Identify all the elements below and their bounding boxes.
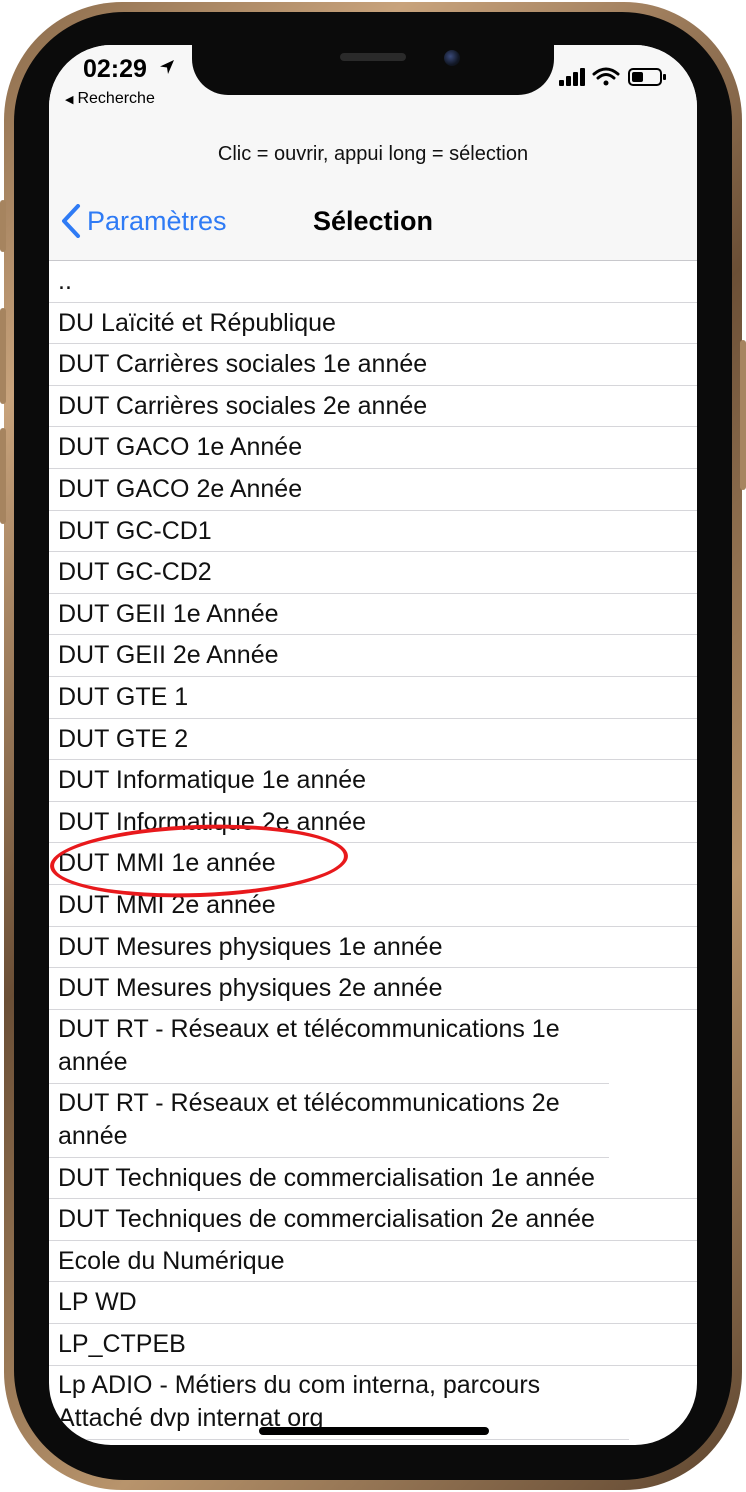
list-item[interactable]: DUT GEII 2e Année (49, 635, 697, 677)
home-indicator[interactable] (259, 1427, 489, 1435)
list-item[interactable]: DUT RT - Réseaux et télécommunications 1… (49, 1010, 609, 1084)
back-triangle-icon: ◀ (65, 94, 74, 106)
list-item[interactable]: DUT GC-CD1 (49, 511, 697, 553)
list-item-label: DUT GTE 2 (58, 724, 189, 753)
list-item-label: DUT GEII 2e Année (58, 641, 279, 670)
notch (192, 45, 554, 95)
list-item[interactable]: DUT Mesures physiques 2e année (49, 968, 697, 1010)
list-item[interactable]: DUT Mesures physiques 1e année (49, 927, 697, 969)
silent-switch (0, 200, 6, 252)
page-title: Sélection (312, 206, 434, 236)
list-item-label: DUT RT - Réseaux et télécommunications 2… (58, 1088, 560, 1150)
speaker-grille (340, 53, 406, 61)
list-item-label: DUT Techniques de commercialisation 1e a… (58, 1163, 595, 1192)
list-item[interactable]: Ecole du Numérique (49, 1241, 697, 1283)
list-item-label: DUT Carrières sociales 2e année (58, 391, 428, 420)
list-item[interactable]: DUT GTE 1 (49, 677, 697, 719)
list-item-label: DUT Informatique 1e année (58, 766, 367, 795)
power-button (740, 340, 746, 490)
list-item[interactable]: DUT Techniques de commercialisation 1e a… (49, 1158, 697, 1200)
list-item-label: LP_CTPEB (58, 1330, 186, 1359)
selection-list: .. DU Laïcité et République DUT Carrière… (49, 261, 697, 1440)
list-item[interactable]: DUT GEII 1e Année (49, 594, 697, 636)
list-item-label: DUT MMI 2e année (58, 890, 276, 919)
location-arrow-icon (159, 59, 175, 75)
volume-down-button (0, 428, 6, 524)
list-item[interactable]: DUT Techniques de commercialisation 2e a… (49, 1199, 697, 1241)
list-item-label: DUT GC-CD1 (58, 516, 212, 545)
list-item-label: DUT Mesures physiques 1e année (58, 932, 443, 961)
list-item-label: DUT GTE 1 (58, 682, 189, 711)
list-item[interactable]: DUT GC-CD2 (49, 552, 697, 594)
list-item[interactable]: DUT GACO 1e Année (49, 427, 697, 469)
list-item-label: DUT Carrières sociales 1e année (58, 350, 428, 379)
usage-hint: Clic = ouvrir, appui long = sélection (217, 143, 529, 165)
list-item-highlighted[interactable]: DUT MMI 1e année (49, 843, 697, 885)
list-item[interactable]: LP_CTPEB (49, 1324, 697, 1366)
list-item[interactable]: DUT GACO 2e Année (49, 469, 697, 511)
list-item[interactable]: DU Laïcité et République (49, 303, 697, 345)
list-item[interactable]: .. (49, 261, 697, 303)
list-item-label: DUT Mesures physiques 2e année (58, 974, 443, 1003)
status-icons (559, 67, 669, 87)
back-app-label: Recherche (77, 90, 155, 107)
list-item-label: DUT GACO 2e Année (58, 474, 303, 503)
battery-icon (628, 68, 666, 86)
list-item-label: DUT GEII 1e Année (58, 599, 279, 628)
list-item[interactable]: DUT GTE 2 (49, 719, 697, 761)
status-time: 02:29 (83, 55, 147, 83)
list-item-label: Lp ADIO - Métiers du com interna, parcou… (58, 1370, 541, 1432)
list-item[interactable]: DUT Carrières sociales 2e année (49, 386, 697, 428)
list-item[interactable]: DUT MMI 2e année (49, 885, 697, 927)
list-item-label: DUT GC-CD2 (58, 558, 212, 587)
phone-screen: 02:29 ◀ Recherche Clic = ouvrir, appui l… (49, 45, 697, 1445)
front-camera (444, 50, 460, 66)
list-item-label: .. (58, 267, 72, 295)
wifi-icon (592, 67, 620, 86)
back-to-app-link[interactable]: ◀ Recherche (65, 90, 155, 108)
list-item-label: DUT GACO 1e Année (58, 433, 303, 462)
list-item-label: DUT MMI 1e année (58, 849, 276, 878)
list-item-label: Ecole du Numérique (58, 1246, 285, 1275)
list-item-label: DUT Techniques de commercialisation 2e a… (58, 1205, 595, 1234)
list-item[interactable]: DUT RT - Réseaux et télécommunications 2… (49, 1084, 609, 1158)
list-item[interactable]: DUT Informatique 2e année (49, 802, 697, 844)
list-item[interactable]: DUT Informatique 1e année (49, 760, 697, 802)
list-item-label: LP WD (58, 1288, 137, 1317)
list-item[interactable]: LP WD (49, 1282, 697, 1325)
list-item-label: DU Laïcité et République (58, 308, 336, 337)
list-item-label: DUT RT - Réseaux et télécommunications 1… (58, 1014, 560, 1076)
volume-up-button (0, 308, 6, 404)
cellular-signal-icon (559, 68, 585, 86)
list-item-label: DUT Informatique 2e année (58, 807, 367, 836)
list-item[interactable]: DUT Carrières sociales 1e année (49, 344, 697, 386)
